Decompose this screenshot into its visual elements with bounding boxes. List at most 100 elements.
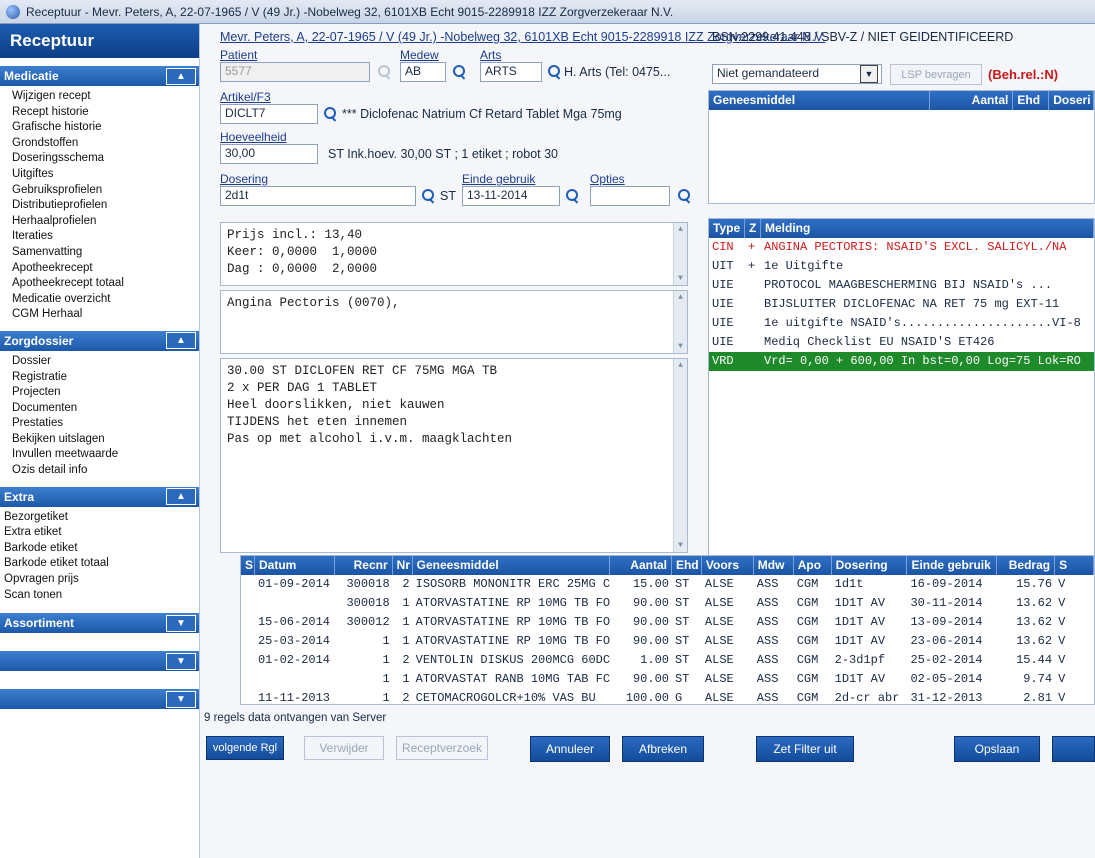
- table-row[interactable]: 300018 1 ATORVASTATINE RP 10MG TB FO 90.00 S…: [241, 594, 1094, 613]
- col-einde-gebruik[interactable]: Einde gebruik: [907, 556, 998, 575]
- search-icon[interactable]: [378, 65, 392, 79]
- col-aantal[interactable]: Aantal: [930, 91, 1014, 110]
- section-header-assortiment[interactable]: Assortiment ▼: [0, 613, 199, 634]
- menu-item-grafische-historie[interactable]: Grafische historie: [12, 120, 199, 136]
- menu-item-gebruiksprofielen[interactable]: Gebruiksprofielen: [12, 183, 199, 199]
- col-z[interactable]: Z: [745, 219, 761, 238]
- arts-field[interactable]: ARTS: [480, 62, 542, 82]
- mandate-select[interactable]: Niet gemandateerd: [712, 64, 882, 84]
- opslaan-button[interactable]: Opslaan: [954, 736, 1040, 762]
- col-dosering[interactable]: Dosering: [832, 556, 908, 575]
- melding-row[interactable]: UIT +1e Uitgifte: [709, 257, 1094, 276]
- scroll-down-icon[interactable]: ▼: [675, 273, 686, 284]
- afbreken-button[interactable]: Afbreken: [622, 736, 704, 762]
- expand-down-icon[interactable]: ▼: [166, 614, 196, 632]
- hoeveelheid-field[interactable]: 30,00: [220, 144, 318, 164]
- collapse-up-icon[interactable]: ▲: [166, 488, 196, 506]
- col-voors[interactable]: Voors: [702, 556, 754, 575]
- col-type[interactable]: Type: [709, 219, 745, 238]
- section-header-extra[interactable]: Extra ▲: [0, 486, 199, 507]
- menu-item-barcode-etiket-totaal[interactable]: Barkode etiket totaal: [4, 556, 199, 572]
- col-mdw[interactable]: Mdw: [754, 556, 794, 575]
- menu-item-prestaties[interactable]: Prestaties: [12, 416, 199, 432]
- menu-item-projecten[interactable]: Projecten: [12, 385, 199, 401]
- menu-item-apotheekrecept[interactable]: Apotheekrecept: [12, 261, 199, 277]
- scroll-down-icon[interactable]: ▼: [675, 540, 686, 551]
- col-apo[interactable]: Apo: [794, 556, 832, 575]
- menu-item-iteraties[interactable]: Iteraties: [12, 229, 199, 245]
- col-geneesmiddel[interactable]: Geneesmiddel: [413, 556, 611, 575]
- artikel-field[interactable]: DICLT7: [220, 104, 318, 124]
- menu-item-registratie[interactable]: Registratie: [12, 370, 199, 386]
- col-aantal[interactable]: Aantal: [610, 556, 672, 575]
- col-datum[interactable]: Datum: [255, 556, 335, 575]
- menu-item-scan-tonen[interactable]: Scan tonen: [4, 588, 199, 604]
- next-action-button[interactable]: [1052, 736, 1095, 762]
- col-s[interactable]: S: [241, 556, 255, 575]
- collapse-up-icon[interactable]: ▲: [166, 67, 196, 85]
- verwijder-button[interactable]: Verwijder: [304, 736, 384, 760]
- melding-row[interactable]: CIN + ANGINA PECTORIS: NSAID'S EXCL. SALIC…: [709, 238, 1094, 257]
- scroll-up-icon[interactable]: ▲: [675, 224, 686, 235]
- menu-item-dossier[interactable]: Dossier: [12, 354, 199, 370]
- col-s2[interactable]: S: [1055, 556, 1094, 575]
- menu-item-distributieprofielen[interactable]: Distributieprofielen: [12, 198, 199, 214]
- col-geneesmiddel[interactable]: Geneesmiddel: [709, 91, 930, 110]
- search-icon[interactable]: [548, 65, 562, 79]
- menu-item-cgm-herhaal[interactable]: CGM Herhaal: [12, 307, 199, 323]
- table-row[interactable]: 25-03-2014 1 1 ATORVASTATINE RP 10MG TB FO 9…: [241, 632, 1094, 651]
- menu-item-ozis-detail-info[interactable]: Ozis detail info: [12, 463, 199, 479]
- opties-field[interactable]: [590, 186, 670, 206]
- menu-item-medicatie-overzicht[interactable]: Medicatie overzicht: [12, 292, 199, 308]
- menu-item-apotheekrecept-totaal[interactable]: Apotheekrecept totaal: [12, 276, 199, 292]
- menu-item-invullen-meetwaarde[interactable]: Invullen meetwaarde: [12, 447, 199, 463]
- annuleer-button[interactable]: Annuleer: [530, 736, 610, 762]
- col-nr[interactable]: Nr: [393, 556, 413, 575]
- search-icon[interactable]: [324, 107, 338, 121]
- scroll-down-icon[interactable]: ▼: [675, 341, 686, 352]
- expand-down-icon[interactable]: ▼: [166, 652, 196, 670]
- search-icon[interactable]: [453, 65, 467, 79]
- section-header-collapsed-1[interactable]: ▼: [0, 651, 199, 672]
- medew-field[interactable]: AB: [400, 62, 446, 82]
- menu-item-recept-historie[interactable]: Recept historie: [12, 105, 199, 121]
- search-icon[interactable]: [566, 189, 580, 203]
- menu-item-uitgiftes[interactable]: Uitgiftes: [12, 167, 199, 183]
- section-header-medicatie[interactable]: Medicatie ▲: [0, 66, 199, 86]
- table-row[interactable]: 01-02-2014 1 2 VENTOLIN DISKUS 200MCG 60DC 1…: [241, 651, 1094, 670]
- volgende-regels-button[interactable]: volgende Rgl: [206, 736, 284, 760]
- melding-row[interactable]: UIE 1e uitgifte NSAID's..................…: [709, 314, 1094, 333]
- menu-item-opvragen-prijs[interactable]: Opvragen prijs: [4, 572, 199, 588]
- zet-filter-uit-button[interactable]: Zet Filter uit: [756, 736, 854, 762]
- col-recnr[interactable]: Recnr: [335, 556, 393, 575]
- menu-item-doseringsschema[interactable]: Doseringsschema: [12, 151, 199, 167]
- menu-item-samenvatting[interactable]: Samenvatting: [12, 245, 199, 261]
- melding-row[interactable]: UIE PROTOCOL MAAGBESCHERMING BIJ NSAID's …: [709, 276, 1094, 295]
- scroll-up-icon[interactable]: ▲: [675, 360, 686, 371]
- lsp-bevragen-button[interactable]: LSP bevragen: [890, 64, 982, 85]
- label-panel-scrollbar[interactable]: ▲ ▼: [673, 359, 687, 552]
- col-ehd[interactable]: Ehd: [1013, 91, 1050, 110]
- table-row[interactable]: 11-11-2013 1 2 CETOMACROGOLCR+10% VAS BU 100…: [241, 689, 1094, 704]
- menu-item-grondstoffen[interactable]: Grondstoffen: [12, 136, 199, 152]
- table-row[interactable]: 1 1 ATORVASTAT RANB 10MG TAB FC 90.00 ST ALSE…: [241, 670, 1094, 689]
- col-bedrag[interactable]: Bedrag: [997, 556, 1056, 575]
- table-row[interactable]: 15-06-2014 300012 1 ATORVASTATINE RP 10MG T…: [241, 613, 1094, 632]
- col-dosering[interactable]: Doseri: [1049, 91, 1094, 110]
- receptverzoek-button[interactable]: Receptverzoek: [396, 736, 488, 760]
- search-icon[interactable]: [422, 189, 436, 203]
- scroll-up-icon[interactable]: ▲: [675, 292, 686, 303]
- menu-item-bekijken-uitslagen[interactable]: Bekijken uitslagen: [12, 432, 199, 448]
- patient-field[interactable]: 5577: [220, 62, 370, 82]
- melding-row[interactable]: UIE Mediq Checklist EU NSAID'S ET426: [709, 333, 1094, 352]
- einde-gebruik-field[interactable]: 13-11-2014: [462, 186, 560, 206]
- indication-panel-scrollbar[interactable]: ▲ ▼: [673, 291, 687, 353]
- col-ehd[interactable]: Ehd: [672, 556, 702, 575]
- section-header-collapsed-2[interactable]: ▼: [0, 689, 199, 710]
- col-melding[interactable]: Melding: [761, 219, 1094, 238]
- melding-row-highlight[interactable]: VRD Vrd= 0,00 + 600,00 In bst=0,00 Log=75…: [709, 352, 1094, 371]
- section-header-zorgdossier[interactable]: Zorgdossier ▲: [0, 330, 199, 351]
- expand-down-icon[interactable]: ▼: [166, 690, 196, 708]
- dosering-field[interactable]: 2d1t: [220, 186, 416, 206]
- menu-item-barcode-etiket[interactable]: Barkode etiket: [4, 541, 199, 557]
